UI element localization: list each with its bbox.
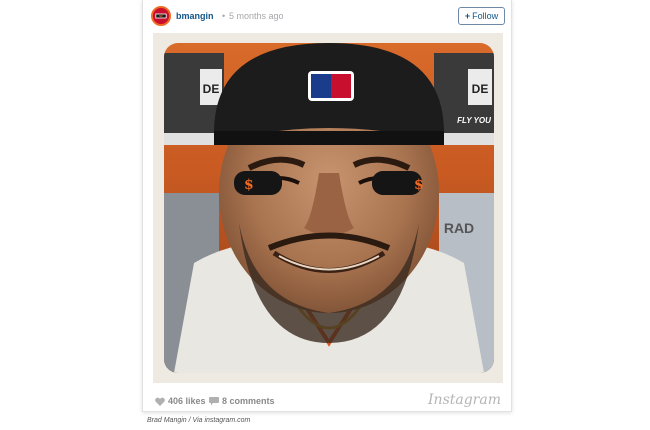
instagram-logo[interactable]: Instagram	[428, 392, 501, 408]
svg-text:SF: SF	[159, 14, 163, 18]
likes-label: 406 likes	[168, 396, 206, 406]
photo-frame: DE DE FLY YOU RAD $ $	[153, 33, 503, 383]
avatar[interactable]: SF	[151, 6, 171, 26]
svg-text:$: $	[244, 177, 254, 193]
bg-slogan-text: FLY YOU	[457, 116, 491, 125]
follow-label: Follow	[472, 11, 499, 21]
username-link[interactable]: bmangin	[176, 11, 214, 21]
bg-logo-left: DE	[203, 82, 220, 96]
post-photo[interactable]: DE DE FLY YOU RAD $ $	[164, 43, 494, 373]
sf-giants-logo-icon: SF	[153, 8, 169, 24]
post-header: SF bmangin • 5 months ago + Follow	[143, 0, 511, 32]
follow-button[interactable]: + Follow	[458, 7, 505, 25]
bg-shirt-text: RAD	[444, 220, 474, 236]
bg-logo-right: DE	[472, 82, 489, 96]
svg-text:$: $	[414, 177, 424, 193]
photo-credit-caption: Brad Mangin / Via instagram.com	[147, 417, 251, 424]
comments-count[interactable]: 8 comments	[209, 396, 275, 406]
post-footer: 406 likes 8 comments Instagram	[143, 386, 511, 412]
plus-icon: +	[464, 11, 471, 21]
heart-icon	[155, 397, 165, 406]
likes-count[interactable]: 406 likes	[155, 396, 206, 406]
post-timestamp[interactable]: 5 months ago	[229, 11, 284, 21]
comments-label: 8 comments	[222, 396, 275, 406]
meta-separator: •	[222, 11, 226, 21]
comment-bubble-icon	[209, 396, 219, 405]
instagram-embed-card: SF bmangin • 5 months ago + Follow DE DE…	[142, 0, 512, 412]
photo-illustration: DE DE FLY YOU RAD $ $	[164, 43, 494, 373]
